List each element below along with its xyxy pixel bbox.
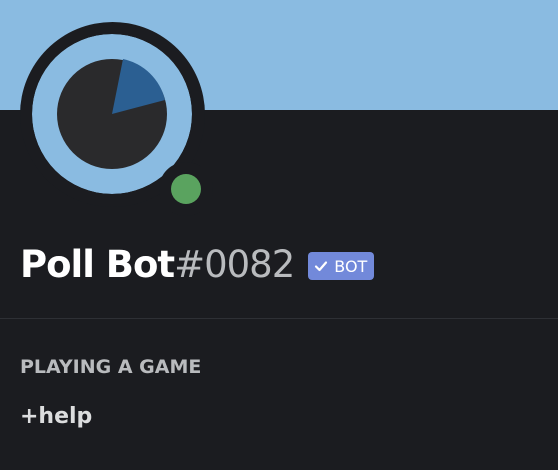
divider bbox=[0, 318, 558, 319]
username[interactable]: Poll Bot bbox=[20, 243, 175, 286]
status-indicator bbox=[159, 162, 213, 216]
discriminator: #0082 bbox=[174, 242, 295, 286]
avatar-frame bbox=[20, 22, 213, 216]
online-status-icon bbox=[171, 174, 201, 204]
bot-tag-label: BOT bbox=[334, 256, 368, 276]
verified-check-icon bbox=[315, 261, 328, 272]
user-profile-card: Poll Bot #0082 BOT PLAYING A GAME +help bbox=[0, 0, 558, 470]
name-row: Poll Bot #0082 BOT bbox=[20, 236, 375, 292]
activity-section-title: PLAYING A GAME bbox=[20, 356, 202, 378]
activity-game-name: +help bbox=[20, 404, 93, 429]
bot-tag: BOT bbox=[308, 252, 375, 280]
